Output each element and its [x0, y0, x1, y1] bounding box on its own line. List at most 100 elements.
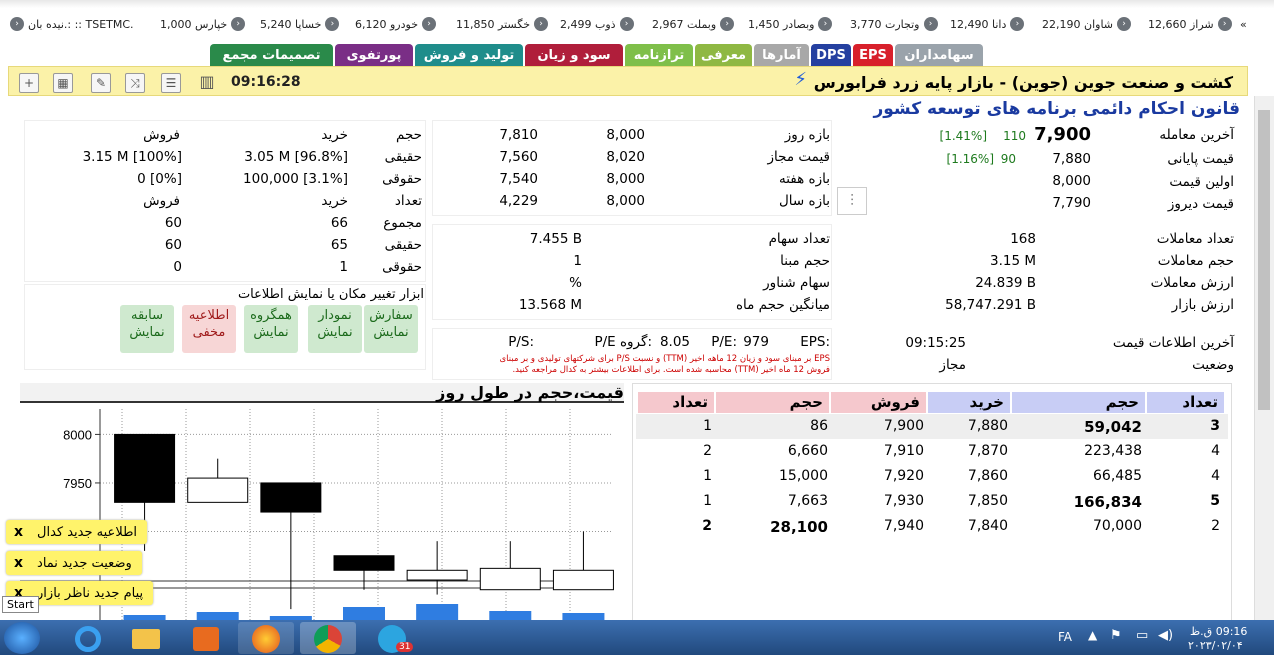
toast-symbol-status[interactable]: وضعیت جدید نماد x: [6, 551, 142, 575]
float-value: %: [569, 275, 582, 291]
ticker-item[interactable]: خودرو 6,120 ›: [355, 16, 437, 32]
calculator-icon[interactable]: ▦: [53, 73, 73, 93]
symbol-title-bar: + ▦ ✎ ⤨ ☰ ▥ 09:16:28 ⚡ کشت و صنعت جوین (…: [8, 66, 1248, 96]
close-price-pct: [1.16%]: [946, 152, 994, 166]
ticker-item[interactable]: وبملت 2,967 ›: [652, 16, 735, 32]
clock-time[interactable]: 09:16 ق.ظ: [1190, 625, 1247, 638]
ob-row[interactable]: 2 70,000 7,840 7,940 28,100 2: [636, 514, 1228, 539]
client-legal-sell: 0 [0%]: [137, 171, 182, 187]
candle-body: [187, 477, 249, 503]
tray-arrow-icon[interactable]: ▲: [1088, 628, 1097, 642]
close-price-label: قیمت پایانی: [1167, 151, 1234, 167]
tab-dps[interactable]: DPS: [811, 44, 851, 66]
ticker-scroll-left-icon[interactable]: «: [1240, 16, 1247, 32]
ob-row[interactable]: 4 66,485 7,860 7,920 15,000 1: [636, 464, 1228, 489]
client-legal-label: حقوقی: [382, 171, 422, 187]
client-legal-buy: 100,000 [3.1%]: [243, 171, 348, 187]
candle-body: [552, 569, 614, 591]
eps-value: 979: [743, 334, 769, 350]
lightning-icon: ⚡: [794, 69, 807, 90]
client-real-label: حقیقی: [384, 149, 422, 165]
close-icon[interactable]: x: [14, 555, 23, 571]
note-icon[interactable]: ✎: [91, 73, 111, 93]
ie-icon[interactable]: [60, 622, 116, 654]
avg-volume-label: میانگین حجم ماه: [735, 297, 830, 313]
tab-majlis[interactable]: تصمیمات مجمع: [210, 44, 333, 66]
allowed-range-label: قیمت مجاز: [767, 149, 830, 165]
telegram-icon[interactable]: 31: [364, 622, 420, 654]
list-icon[interactable]: ☰: [161, 73, 181, 93]
network-icon[interactable]: ⚑: [1110, 628, 1122, 643]
ob-buy-volume-header: حجم: [1012, 392, 1145, 413]
ticker-item[interactable]: خگستر 11,850 ›: [456, 16, 549, 32]
ob-sell-count-header: تعداد: [638, 392, 714, 413]
scrollbar-thumb[interactable]: [1258, 110, 1270, 410]
ticker-item[interactable]: شراز 12,660 ›: [1148, 16, 1232, 32]
ticker-item[interactable]: خپارس 1,000 ›: [160, 16, 246, 32]
day-range-high: 8,000: [606, 127, 645, 143]
ticker-item[interactable]: وتجارت 3,770 ›: [850, 16, 938, 32]
close-icon[interactable]: x: [14, 524, 23, 540]
ob-row[interactable]: 5 166,834 7,850 7,930 7,663 1: [636, 489, 1228, 514]
footnote-line2: فروش 12 ماه اخیر (TTM) محاسبه شده است. ب…: [512, 365, 830, 375]
client-legal2-buy: 1: [339, 259, 348, 275]
media-player-icon[interactable]: [178, 622, 234, 654]
chart-title: قیمت،حجم در طول روز: [436, 383, 624, 402]
clock-date[interactable]: ۲۰۲۳/۰۲/۰۴: [1188, 639, 1243, 652]
arrow-icon: ›: [720, 17, 735, 31]
volume-icon[interactable]: ◀): [1158, 628, 1173, 643]
ob-row[interactable]: 3 59,042 7,880 7,900 86 1: [636, 414, 1228, 439]
ticker-item[interactable]: ذوب 2,499 ›: [560, 16, 634, 32]
tab-balance[interactable]: ترازنامه: [625, 44, 693, 66]
client-sum-sell: 60: [164, 215, 182, 231]
week-range-low: 7,540: [499, 171, 538, 187]
ticker-item[interactable]: شاوان 22,190 ›: [1042, 16, 1132, 32]
arrow-icon: ›: [1117, 17, 1132, 31]
tab-profit-loss[interactable]: سود و زیان: [525, 44, 623, 66]
screen-icon[interactable]: ▭: [1136, 628, 1148, 643]
chrome-icon[interactable]: [300, 622, 356, 654]
pe-value: 8.05: [659, 334, 690, 350]
trade-volume-label: حجم معاملات: [1157, 253, 1234, 269]
ticker-item[interactable]: وبصادر 1,450 ›: [748, 16, 833, 32]
arrow-icon: ›: [534, 17, 549, 31]
arrow-icon: ›: [818, 17, 833, 31]
ticker-item[interactable]: خساپا 5,240 ›: [260, 16, 340, 32]
ticker-item[interactable]: › نیده بان.: :: TSETMC.: [10, 16, 134, 32]
toggle-history-button[interactable]: سابقه نمایش: [120, 305, 174, 353]
toggle-announcement-button[interactable]: اطلاعیه مخفی: [182, 305, 236, 353]
toggle-orders-button[interactable]: سفارش نمایش: [364, 305, 418, 353]
tab-portfolio[interactable]: پورتفوی: [335, 44, 413, 66]
y-tick-label: 7950: [63, 476, 92, 491]
folder-icon[interactable]: [118, 622, 174, 654]
status-value: مجاز: [939, 357, 966, 373]
tab-production[interactable]: تولید و فروش: [415, 44, 523, 66]
arrow-icon: ›: [619, 17, 634, 31]
tab-stats[interactable]: آمارها: [754, 44, 809, 66]
start-button[interactable]: [4, 622, 40, 654]
tab-shareholders[interactable]: سهامداران: [895, 44, 983, 66]
eps-label: EPS:: [800, 334, 830, 350]
week-range-high: 8,000: [606, 171, 645, 187]
language-indicator[interactable]: FA: [1058, 630, 1072, 644]
firefox-icon[interactable]: [238, 622, 294, 654]
tab-eps[interactable]: EPS: [853, 44, 893, 66]
footnote-line1: EPS بر مبنای سود و زیان 12 ماهه اخیر (TT…: [499, 354, 830, 364]
notice-banner[interactable]: قانون احکام دائمی برنامه های توسعه کشور: [873, 99, 1240, 119]
bar-chart-icon[interactable]: ▥: [197, 73, 217, 93]
toast-codal-notice[interactable]: اطلاعیه جدید کدال x: [6, 520, 148, 544]
last-trade-value: 7,900: [1034, 124, 1091, 145]
toggle-peers-button[interactable]: همگروه نمایش: [244, 305, 298, 353]
trend-chart-icon[interactable]: ⤨: [125, 73, 145, 93]
allowed-range-low: 7,560: [499, 149, 538, 165]
client-real2-buy: 65: [330, 237, 348, 253]
ob-row[interactable]: 4 223,438 7,870 7,910 6,660 2: [636, 439, 1228, 464]
add-icon[interactable]: +: [19, 73, 39, 93]
settings-sliders-icon[interactable]: ⫶: [837, 187, 867, 215]
tab-intro[interactable]: معرفی: [695, 44, 752, 66]
toggle-chart-button[interactable]: نمودار نمایش: [308, 305, 362, 353]
ticker-item[interactable]: دانا 12,490 ›: [950, 16, 1025, 32]
base-volume-label: حجم مبنا: [780, 253, 830, 269]
arrow-icon: ›: [231, 17, 246, 31]
ob-sell-price-header: فروش: [831, 392, 926, 413]
